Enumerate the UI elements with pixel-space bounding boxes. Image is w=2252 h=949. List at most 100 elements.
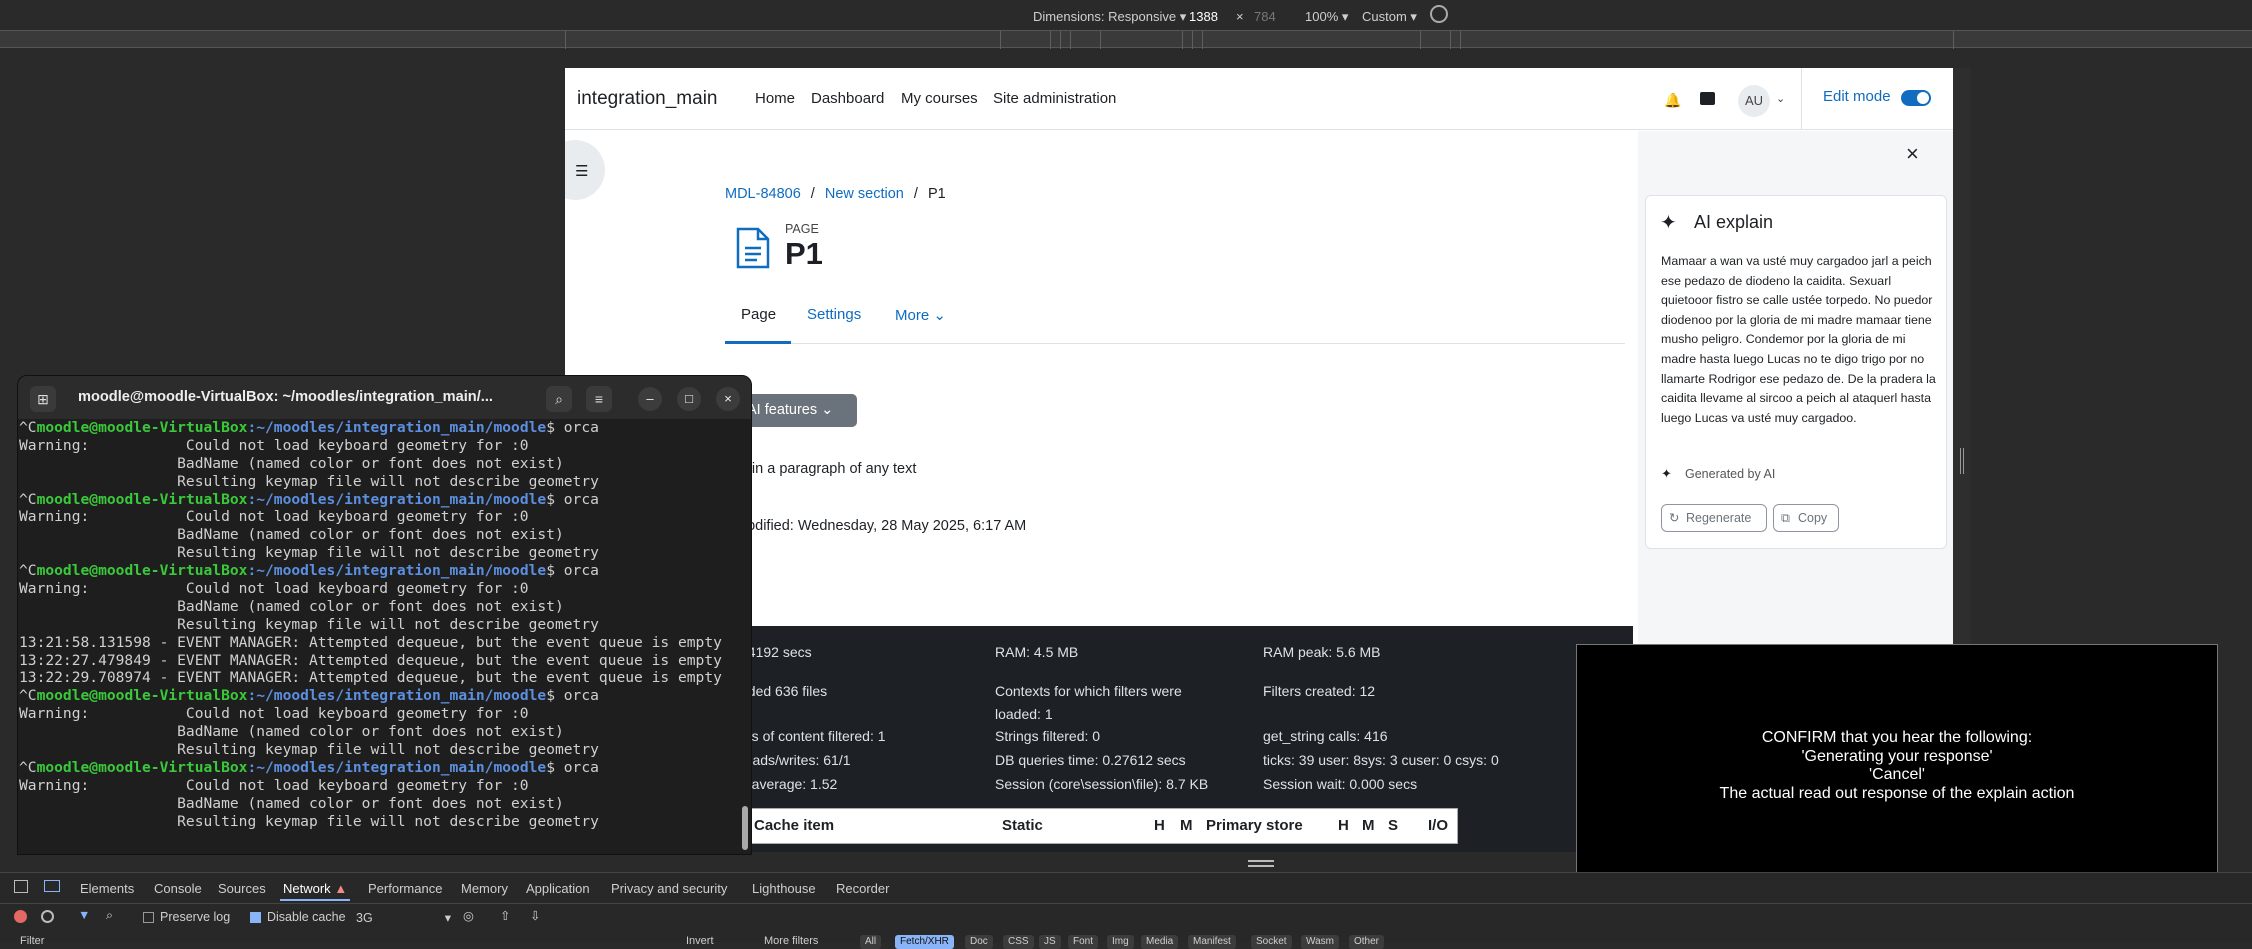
site-brand[interactable]: integration_main [577, 88, 717, 110]
invert-label[interactable]: Invert [686, 935, 714, 947]
prompt-path: :~/moodles/integration_main/moodle [247, 687, 547, 705]
tab-page[interactable]: Page [741, 306, 776, 323]
filter-img[interactable]: Img [1107, 935, 1134, 949]
record-icon[interactable] [14, 910, 27, 923]
message-icon[interactable] [1700, 92, 1715, 105]
clear-icon[interactable] [41, 910, 54, 923]
ai-explain-text: Mamaar a wan va usté muy cargadoo jarl a… [1661, 254, 1936, 425]
filter-input[interactable]: Filter [20, 935, 44, 947]
tab-memory[interactable]: Memory [461, 881, 508, 896]
tab-network-label: Network [283, 881, 331, 896]
width-input[interactable]: 1388 [1189, 9, 1218, 24]
disable-cache-checkbox[interactable] [250, 912, 261, 923]
throttle-select[interactable]: 3G ▾ [356, 910, 451, 925]
perf-cell: DB queries time: 0.27612 secs [995, 752, 1186, 768]
terminal-output[interactable]: ^Cmoodle@moodle-VirtualBox:~/moodles/int… [18, 419, 751, 854]
inspect-icon[interactable] [14, 880, 28, 893]
breadcrumb-mdl[interactable]: MDL-84806 [725, 186, 801, 202]
close-icon[interactable]: × [1906, 141, 1919, 167]
filter-js[interactable]: JS [1039, 935, 1061, 949]
bell-icon[interactable]: 🔔 [1664, 92, 1681, 109]
media-query-ruler [0, 30, 2252, 49]
chevron-down-icon[interactable]: ⌄ [1776, 92, 1785, 105]
filter-icon[interactable]: ▼ [78, 908, 90, 922]
tab-network[interactable]: Network ▲ [283, 881, 347, 896]
tab-recorder[interactable]: Recorder [836, 881, 889, 896]
terminal-line: BadName (named color or font does not ex… [19, 794, 564, 812]
nav-my-courses[interactable]: My courses [901, 90, 978, 107]
throttle-select[interactable]: Custom ▾ [1362, 9, 1417, 25]
perf-cell: Session (core\session\file): 8.7 KB [995, 776, 1209, 792]
breadcrumb-section[interactable]: New section [825, 186, 904, 202]
warning-icon: ▲ [334, 881, 348, 896]
rotate-icon[interactable] [1430, 5, 1448, 23]
terminal-line: ^Cmoodle@moodle-VirtualBox:~/moodles/int… [19, 490, 751, 509]
filter-fetch-xhr[interactable]: Fetch/XHR [895, 935, 954, 949]
command: $ orca [546, 490, 599, 508]
preserve-log-checkbox[interactable] [143, 912, 154, 923]
zoom-select[interactable]: 100% ▾ [1305, 9, 1348, 25]
filter-manifest[interactable]: Manifest [1188, 935, 1236, 949]
nav-dashboard[interactable]: Dashboard [811, 90, 884, 107]
download-icon[interactable]: ⇩ [530, 908, 540, 923]
filter-font[interactable]: Font [1068, 935, 1099, 949]
perf-cell: ticks: 39 user: 8sys: 3 cuser: 0 csys: 0 [1263, 752, 1499, 768]
filter-doc[interactable]: Doc [965, 935, 993, 949]
perf-cell: loaded: 1 [995, 706, 1053, 722]
avatar[interactable]: AU [1738, 85, 1770, 117]
filter-socket[interactable]: Socket [1251, 935, 1292, 949]
filter-other[interactable]: Other [1349, 935, 1385, 949]
ai-features-button[interactable]: AI features ⌄ [735, 394, 857, 427]
device-toggle-icon[interactable] [44, 880, 60, 892]
edit-mode-toggle[interactable] [1901, 90, 1931, 106]
upload-icon[interactable]: ⇧ [500, 908, 510, 923]
nav-home[interactable]: Home [755, 90, 795, 107]
terminal-scrollbar[interactable] [742, 806, 748, 850]
tab-more[interactable]: More ⌄ [895, 306, 946, 324]
filter-css[interactable]: CSS [1003, 935, 1034, 949]
copy-button[interactable]: ⧉ Copy [1773, 504, 1839, 532]
wifi-icon[interactable]: ◎ [463, 908, 474, 923]
tab-sources[interactable]: Sources [218, 881, 266, 896]
minimize-icon[interactable]: – [638, 387, 662, 411]
page-content-text: er in a paragraph of any text [735, 461, 917, 477]
new-tab-icon[interactable]: ⊞ [30, 386, 56, 412]
tab-performance[interactable]: Performance [368, 881, 442, 896]
active-tab-indicator [280, 899, 350, 901]
tab-elements[interactable]: Elements [80, 881, 134, 896]
menu-icon[interactable]: ≡ [586, 386, 612, 412]
perf-cell: get_string calls: 416 [1263, 728, 1388, 744]
edit-mode-label: Edit mode [1823, 88, 1891, 105]
tab-privacy-security[interactable]: Privacy and security [611, 881, 727, 896]
nav-site-administration[interactable]: Site administration [993, 90, 1116, 107]
last-modified: modified: Wednesday, 28 May 2025, 6:17 A… [735, 518, 1027, 534]
height-input[interactable]: 784 [1254, 9, 1276, 24]
activity-type-label: PAGE [785, 222, 819, 236]
regenerate-button[interactable]: ↻ Regenerate [1661, 504, 1767, 532]
perf-cell: Session wait: 0.000 secs [1263, 776, 1418, 792]
devtools-resize-handle[interactable] [1248, 860, 1274, 867]
filter-media[interactable]: Media [1141, 935, 1179, 949]
tab-application[interactable]: Application [526, 881, 590, 896]
ai-explain-title: AI explain [1694, 212, 1774, 232]
filter-all[interactable]: All [860, 935, 882, 949]
terminal-line: BadName (named color or font does not ex… [19, 454, 564, 472]
perf-cell: tes of content filtered: 1 [740, 728, 886, 744]
active-tab-indicator [725, 341, 791, 344]
search-icon[interactable]: ⌕ [546, 386, 572, 412]
filter-wasm[interactable]: Wasm [1301, 935, 1339, 949]
close-icon[interactable]: × [716, 387, 740, 411]
more-filters-button[interactable]: More filters [764, 935, 818, 947]
terminal-line: Warning: Could not load keyboard geometr… [19, 705, 529, 723]
breadcrumb: MDL-84806 / New section / P1 [725, 186, 946, 202]
terminal-line: ^Cmoodle@moodle-VirtualBox:~/moodles/int… [19, 759, 751, 777]
perf-cell: Filters created: 12 [1263, 683, 1376, 699]
tab-console[interactable]: Console [154, 881, 202, 896]
course-index-button[interactable]: ☰ [565, 140, 605, 200]
tab-settings[interactable]: Settings [807, 306, 861, 323]
tab-lighthouse[interactable]: Lighthouse [752, 881, 816, 896]
dimensions-select[interactable]: Dimensions: Responsive ▾ [1033, 9, 1186, 25]
instruction-line: The actual read out response of the expl… [1719, 784, 2075, 802]
maximize-icon[interactable]: □ [677, 387, 701, 411]
search-icon[interactable]: ⌕ [106, 908, 113, 923]
